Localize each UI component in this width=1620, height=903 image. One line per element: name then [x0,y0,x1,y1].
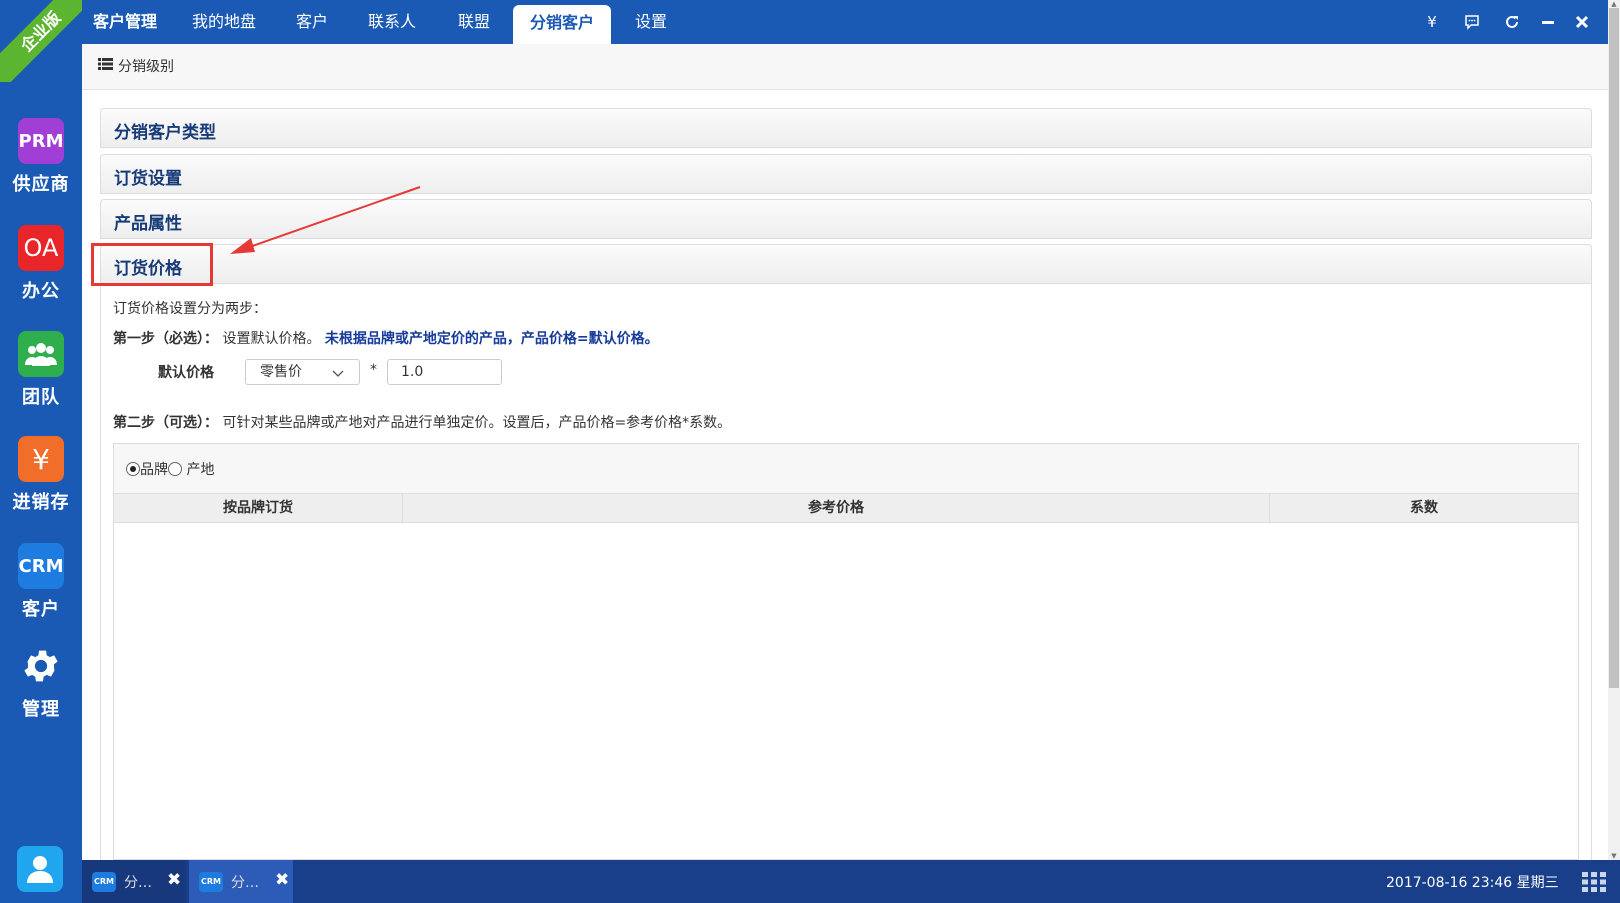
clock: 2017-08-16 23:46 星期三 [1386,875,1559,891]
yen-icon[interactable]: ¥ [1420,10,1444,34]
radio-origin-indicator [168,462,182,476]
crm-icon: CRM [92,871,116,892]
sidebar-item-label: 进销存 [12,492,70,513]
task-close-icon[interactable]: ✖ [167,870,181,890]
sidebar-item-team[interactable]: 团队 [0,331,82,409]
sidebar-item-label: 团队 [22,387,60,408]
sidebar-item-customer[interactable]: CRM 客户 [0,543,82,621]
sidebar-item-label: 供应商 [12,174,70,195]
task-label: 分… [231,874,259,891]
annotation-arrow-icon [230,186,421,254]
close-icon[interactable] [1570,10,1594,34]
column-header-reference-price[interactable]: 参考价格 [403,494,1270,522]
brand-price-grid: 品牌 产地 按品牌订货 参考价格 系数 [113,443,1579,860]
scrollbar-thumb[interactable] [1609,8,1619,688]
step1-note: 未根据品牌或产地定价的产品，产品价格=默认价格。 [324,331,659,347]
radio-brand-indicator [126,462,140,476]
distribution-level-button[interactable]: 分销级别 [98,56,174,76]
radio-origin[interactable]: 产地 [168,462,214,478]
radio-origin-label: 产地 [186,462,215,478]
taskbar: CRM 分… ✖ CRM 分… ✖ 2017-08-16 23:46 星期三 [82,860,1620,903]
team-icon [18,331,64,377]
sidebar-item-label: 办公 [22,281,60,302]
multiply-sign: * [370,362,377,378]
crm-icon: CRM [18,543,64,589]
sidebar-item-office[interactable]: OA 办公 [0,225,82,303]
panel-distribution-customer-type[interactable]: 分销客户类型 [100,108,1592,148]
default-price-select[interactable]: 零售价 [245,359,360,385]
tab-customers[interactable]: 客户 [296,0,328,44]
step1-label: 第一步（必选）： [113,331,218,347]
task-label: 分… [124,874,152,891]
crm-icon: CRM [199,871,223,892]
default-price-label: 默认价格 [158,365,214,381]
sidebar-item-label: 客户 [22,599,60,620]
panel-title: 分销客户类型 [114,123,216,143]
column-header-coefficient[interactable]: 系数 [1270,494,1578,522]
edition-ribbon: 企业版 [0,0,82,82]
coefficient-input[interactable] [387,359,502,385]
oa-icon: OA [18,225,64,271]
gear-icon [18,643,64,689]
sidebar-item-inventory[interactable]: ¥ 进销存 [0,436,82,514]
radio-brand-label: 品牌 [140,462,168,478]
message-icon[interactable] [1460,10,1484,34]
tab-distribution-customers[interactable]: 分销客户 [513,5,611,44]
tab-customer-management[interactable]: 客户管理 [93,0,157,44]
step1-text: 设置默认价格。 [222,331,321,347]
step2-label: 第二步（可选）： [113,415,218,431]
apps-grid-icon[interactable] [1582,872,1606,896]
step2-line: 第二步（可选）： 可针对某些品牌或产地对产品进行单独定价。设置后，产品价格=参考… [113,412,731,432]
sidebar-item-admin[interactable]: 管理 [0,643,82,721]
sidebar-item-label: 管理 [22,699,60,720]
vertical-scrollbar[interactable]: ▲ ▼ [1608,0,1620,860]
refresh-icon[interactable] [1500,10,1524,34]
grid-header: 按品牌订货 参考价格 系数 [114,493,1578,523]
panel-title: 订货设置 [114,169,182,189]
scroll-down-icon[interactable]: ▼ [1608,852,1620,860]
grid-type-radios: 品牌 产地 [126,459,214,479]
tab-settings[interactable]: 设置 [635,0,667,44]
yen-icon: ¥ [18,436,64,482]
app-window: 企业版 PRM 供应商 OA 办公 团队 ¥ 进销存 CRM 客户 管理 客户管… [0,0,1620,903]
panel-title: 产品属性 [114,214,182,234]
column-header-brand[interactable]: 按品牌订货 [114,494,403,522]
left-sidebar: 企业版 PRM 供应商 OA 办公 团队 ¥ 进销存 CRM 客户 管理 [0,0,82,903]
distribution-level-label: 分销级别 [118,59,174,75]
user-icon[interactable] [17,846,63,892]
scroll-up-icon[interactable]: ▲ [1608,0,1620,8]
tab-my-territory[interactable]: 我的地盘 [192,0,256,44]
default-price-select-value: 零售价 [260,364,302,380]
minimize-icon[interactable] [1536,10,1560,34]
toolbar: 分销级别 [82,44,1608,90]
radio-brand[interactable]: 品牌 [126,462,168,478]
list-icon [98,58,113,74]
top-navigation-bar: 客户管理 我的地盘 客户 联系人 联盟 分销客户 设置 ¥ [82,0,1620,44]
price-intro-text: 订货价格设置分为两步： [113,301,267,317]
chevron-down-icon [331,364,345,388]
tab-contacts[interactable]: 联系人 [368,0,416,44]
grid-filter-bar: 品牌 产地 [114,444,1578,493]
step2-text: 可针对某些品牌或产地对产品进行单独定价。设置后，产品价格=参考价格*系数。 [222,415,732,431]
task-close-icon[interactable]: ✖ [275,870,289,890]
prm-icon: PRM [18,118,64,164]
tab-alliance[interactable]: 联盟 [458,0,490,44]
panel-title: 订货价格 [114,259,182,279]
step1-line: 第一步（必选）： 设置默认价格。 未根据品牌或产地定价的产品，产品价格=默认价格… [113,328,659,348]
edition-badge: 企业版 [0,0,82,82]
sidebar-item-supplier[interactable]: PRM 供应商 [0,118,82,196]
